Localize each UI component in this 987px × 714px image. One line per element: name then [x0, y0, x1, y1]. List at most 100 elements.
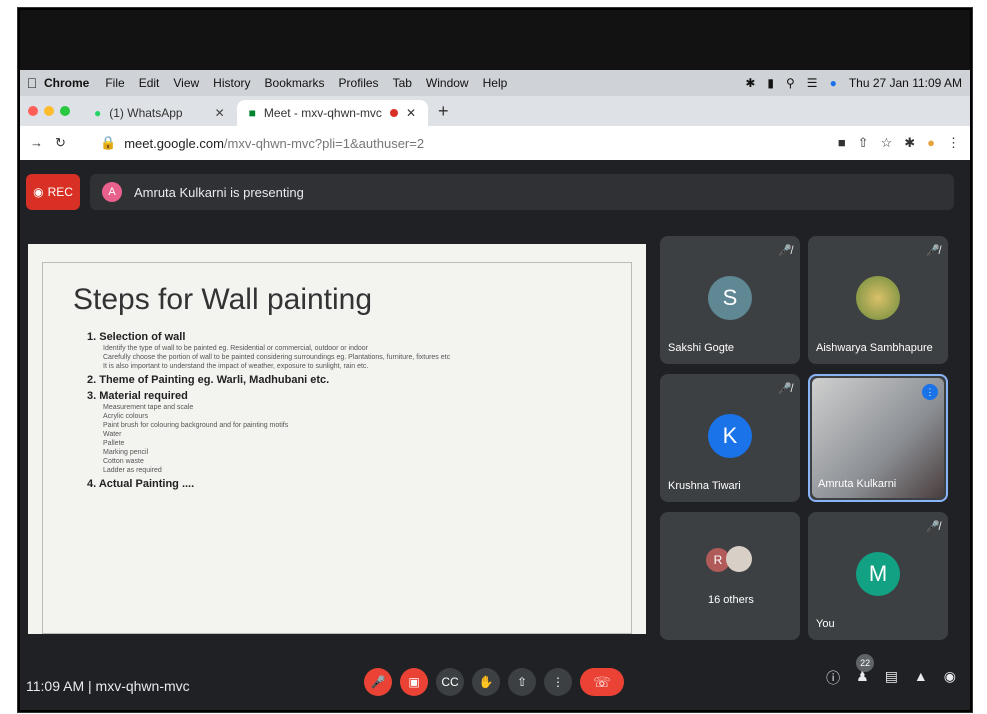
slide-subitem: Carefully choose the portion of wall to … — [103, 354, 451, 361]
browser-tab-strip: ● (1) WhatsApp ✕ ■ Meet - mxv-qhwn-mvc ✕… — [20, 96, 970, 126]
url-host: meet.google.com — [124, 135, 224, 151]
participant-photo — [856, 276, 900, 320]
participant-tile[interactable]: 🎤̸ S Sakshi Gogte — [660, 236, 800, 364]
battery-icon[interactable]: ▮ — [767, 76, 774, 90]
participant-tile-self[interactable]: 🎤̸ M You — [808, 512, 948, 640]
raise-hand-button[interactable]: ✋ — [472, 668, 500, 696]
url-field[interactable]: 🔒 meet.google.com/mxv-qhwn-mvc?pli=1&aut… — [100, 135, 424, 151]
people-button[interactable]: 22 ♟ — [856, 654, 875, 688]
captions-button[interactable]: CC — [436, 668, 464, 696]
slide-content: Steps for Wall painting 1. Selection of … — [42, 262, 632, 634]
mic-toggle-button[interactable]: 🎤 — [364, 668, 392, 696]
rec-label: REC — [47, 185, 73, 199]
menu-bookmarks[interactable]: Bookmarks — [265, 76, 325, 90]
close-tab-icon[interactable]: ✕ — [406, 106, 416, 120]
slide-title: Steps for Wall painting — [73, 283, 373, 316]
share-icon[interactable]: ⇧ — [858, 135, 869, 151]
menu-app-name[interactable]: Chrome — [44, 76, 89, 90]
menu-edit[interactable]: Edit — [139, 76, 160, 90]
profile-avatar[interactable]: ● — [927, 135, 935, 151]
tab-meet[interactable]: ■ Meet - mxv-qhwn-mvc ✕ — [236, 100, 428, 126]
more-options-button[interactable]: ⋮ — [544, 668, 572, 696]
mic-off-icon: 🎤̸ — [778, 383, 792, 395]
info-icon[interactable]: ⓘ — [826, 668, 840, 688]
menu-view[interactable]: View — [173, 76, 199, 90]
participant-tile[interactable]: 🎤̸ Aishwarya Sambhapure — [808, 236, 948, 364]
slide-subitem: Identify the type of wall to be painted … — [103, 345, 368, 352]
mic-off-icon: 🎤̸ — [926, 245, 940, 257]
maximize-window-button[interactable] — [60, 106, 70, 116]
slide-item: 1. Selection of wall — [87, 331, 186, 343]
participant-tile[interactable]: 🎤̸ K Krushna Tiwari — [660, 374, 800, 502]
meet-control-bar: 11:09 AM | mxv-qhwn-mvc 🎤 ▣ CC ✋ ⇧ ⋮ ☏ ⓘ… — [20, 654, 970, 710]
activities-icon[interactable]: ▲ — [914, 668, 928, 688]
siri-icon[interactable]: ● — [830, 76, 837, 90]
close-window-button[interactable] — [28, 106, 38, 116]
window-controls — [20, 106, 82, 126]
presentation-bar: A Amruta Kulkarni is presenting — [90, 174, 954, 210]
participant-tile-active-speaker[interactable]: ⋮ Amruta Kulkarni — [808, 374, 948, 502]
new-tab-button[interactable]: + — [428, 101, 459, 126]
meet-window: ◉ REC A Amruta Kulkarni is presenting St… — [20, 160, 970, 710]
camera-icon[interactable]: ■ — [838, 135, 846, 151]
apple-icon[interactable]:  — [20, 75, 44, 91]
menu-history[interactable]: History — [213, 76, 250, 90]
participants-count-badge: 22 — [856, 654, 875, 672]
forward-icon[interactable]: → — [30, 135, 43, 151]
extensions-icon[interactable]: ✱ — [904, 135, 915, 151]
tab-whatsapp[interactable]: ● (1) WhatsApp ✕ — [82, 100, 237, 126]
screen-frame:  Chrome File Edit View History Bookmark… — [18, 8, 972, 712]
address-bar: → ↻ 🔒 meet.google.com/mxv-qhwn-mvc?pli=1… — [20, 126, 970, 161]
menu-profiles[interactable]: Profiles — [339, 76, 379, 90]
speaking-icon: ⋮ — [922, 384, 938, 400]
participant-avatar: K — [708, 414, 752, 458]
camera-toggle-button[interactable]: ▣ — [400, 668, 428, 696]
tab-label: (1) WhatsApp — [109, 106, 183, 120]
bluetooth-icon[interactable]: ✱ — [745, 76, 755, 90]
mic-off-icon: 🎤̸ — [926, 521, 940, 533]
chat-icon[interactable]: ▤ — [885, 668, 898, 688]
meeting-info: 11:09 AM | mxv-qhwn-mvc — [26, 678, 190, 694]
whatsapp-icon: ● — [94, 106, 102, 120]
participant-name: You — [816, 618, 835, 630]
more-menu-icon[interactable]: ⋮ — [947, 135, 960, 151]
participant-name: 16 others — [708, 594, 754, 606]
slide-subitem: Acrylic colours — [103, 413, 149, 420]
host-controls-icon[interactable]: ◉ — [944, 668, 956, 688]
end-call-button[interactable]: ☏ — [580, 668, 624, 696]
slide-subitem: Measurement tape and scale — [103, 404, 194, 411]
presenting-text: Amruta Kulkarni is presenting — [134, 184, 304, 200]
search-icon[interactable]: ⚲ — [786, 76, 795, 90]
close-tab-icon[interactable]: ✕ — [215, 106, 225, 120]
slide-subitem: Paint brush for colouring background and… — [103, 422, 289, 429]
star-icon[interactable]: ☆ — [881, 135, 893, 151]
recording-button[interactable]: ◉ REC — [26, 174, 80, 210]
present-button[interactable]: ⇧ — [508, 668, 536, 696]
slide-item: 4. Actual Painting .... — [87, 478, 195, 490]
minimize-window-button[interactable] — [44, 106, 54, 116]
mic-off-icon: 🎤̸ — [778, 245, 792, 257]
slide-subitem: Cotton waste — [103, 458, 144, 465]
slide-item: 2. Theme of Painting eg. Warli, Madhuban… — [87, 374, 330, 386]
participant-photo — [726, 546, 752, 572]
participant-tile-others[interactable]: R 16 others — [660, 512, 800, 640]
participant-name: Amruta Kulkarni — [818, 478, 897, 490]
control-center-icon[interactable]: ☰ — [807, 76, 818, 90]
menu-window[interactable]: Window — [426, 76, 469, 90]
menu-file[interactable]: File — [105, 76, 124, 90]
menu-tab[interactable]: Tab — [393, 76, 412, 90]
recording-indicator — [389, 109, 398, 117]
slide-item: 3. Material required — [87, 390, 188, 402]
record-icon: ◉ — [33, 185, 44, 199]
meeting-tools: ⓘ 22 ♟ ▤ ▲ ◉ — [826, 654, 956, 688]
lock-icon: 🔒 — [100, 135, 117, 150]
reload-icon[interactable]: ↻ — [55, 135, 66, 151]
slide-subitem: It is also important to understand the i… — [103, 363, 369, 370]
menu-help[interactable]: Help — [483, 76, 508, 90]
mac-menubar:  Chrome File Edit View History Bookmark… — [20, 70, 970, 96]
menubar-datetime[interactable]: Thu 27 Jan 11:09 AM — [849, 76, 962, 90]
participant-avatar: M — [856, 552, 900, 596]
slide-subitem: Ladder as required — [103, 467, 162, 474]
slide-subitem: Water — [103, 431, 122, 438]
participant-name: Aishwarya Sambhapure — [816, 342, 933, 354]
